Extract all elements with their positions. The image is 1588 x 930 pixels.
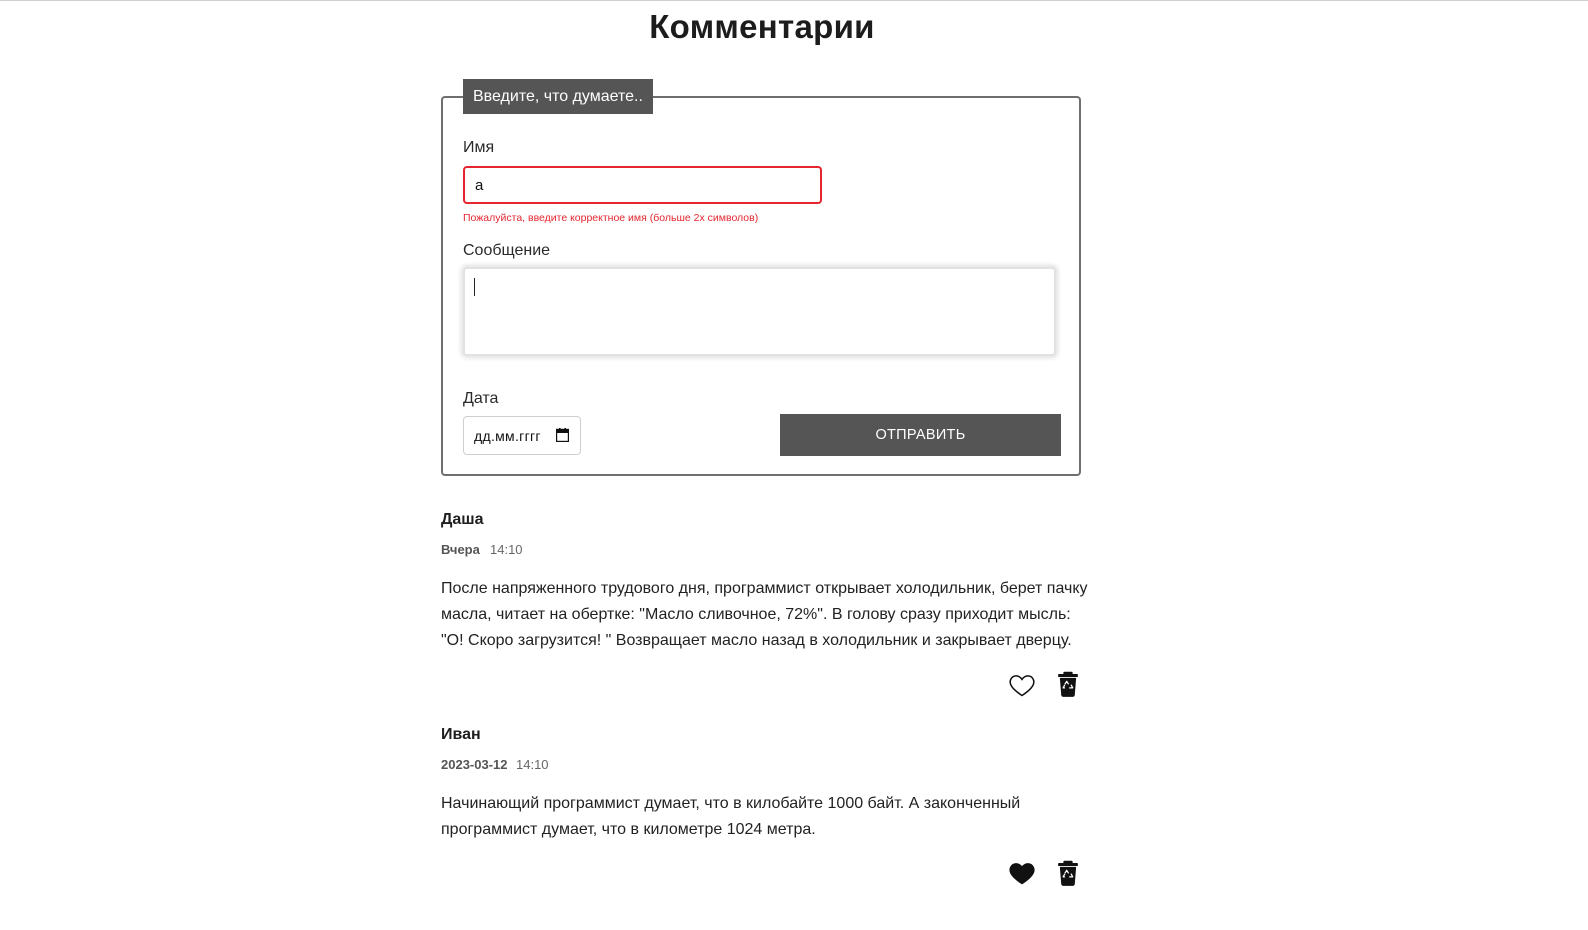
- form-legend: Введите, что думаете..: [463, 79, 653, 114]
- comment-author: Даша: [441, 511, 484, 528]
- page-title: Комментарии: [649, 8, 875, 45]
- heart-outline-icon[interactable]: [1008, 671, 1036, 699]
- top-divider: [0, 0, 1588, 1]
- heart-filled-icon[interactable]: [1008, 859, 1036, 887]
- comment-text: Начинающий программист думает, что в кил…: [441, 795, 1021, 838]
- text-caret: [474, 278, 475, 296]
- date-input[interactable]: дд.мм.гггг: [463, 416, 581, 455]
- comment-author: Иван: [441, 726, 481, 743]
- comment-date: Вчера: [441, 542, 480, 557]
- name-label: Имя: [463, 139, 495, 156]
- message-label: Сообщение: [463, 242, 551, 259]
- comment-time: 14:10: [516, 757, 549, 772]
- name-error-message: Пожалуйста, введите корректное имя (боль…: [463, 212, 759, 224]
- date-placeholder: дд.мм.гггг: [474, 428, 541, 444]
- calendar-icon[interactable]: [555, 428, 570, 443]
- comment-date: 2023-03-12: [441, 757, 508, 772]
- trash-recycle-icon[interactable]: [1054, 859, 1082, 887]
- submit-button[interactable]: ОТПРАВИТЬ: [780, 414, 1061, 456]
- date-label: Дата: [463, 390, 499, 407]
- comment-text: После напряженного трудового дня, програ…: [441, 580, 1088, 649]
- name-input[interactable]: [463, 166, 822, 204]
- comment-time: 14:10: [490, 542, 523, 557]
- message-textarea[interactable]: [463, 267, 1056, 356]
- trash-recycle-icon[interactable]: [1054, 670, 1082, 698]
